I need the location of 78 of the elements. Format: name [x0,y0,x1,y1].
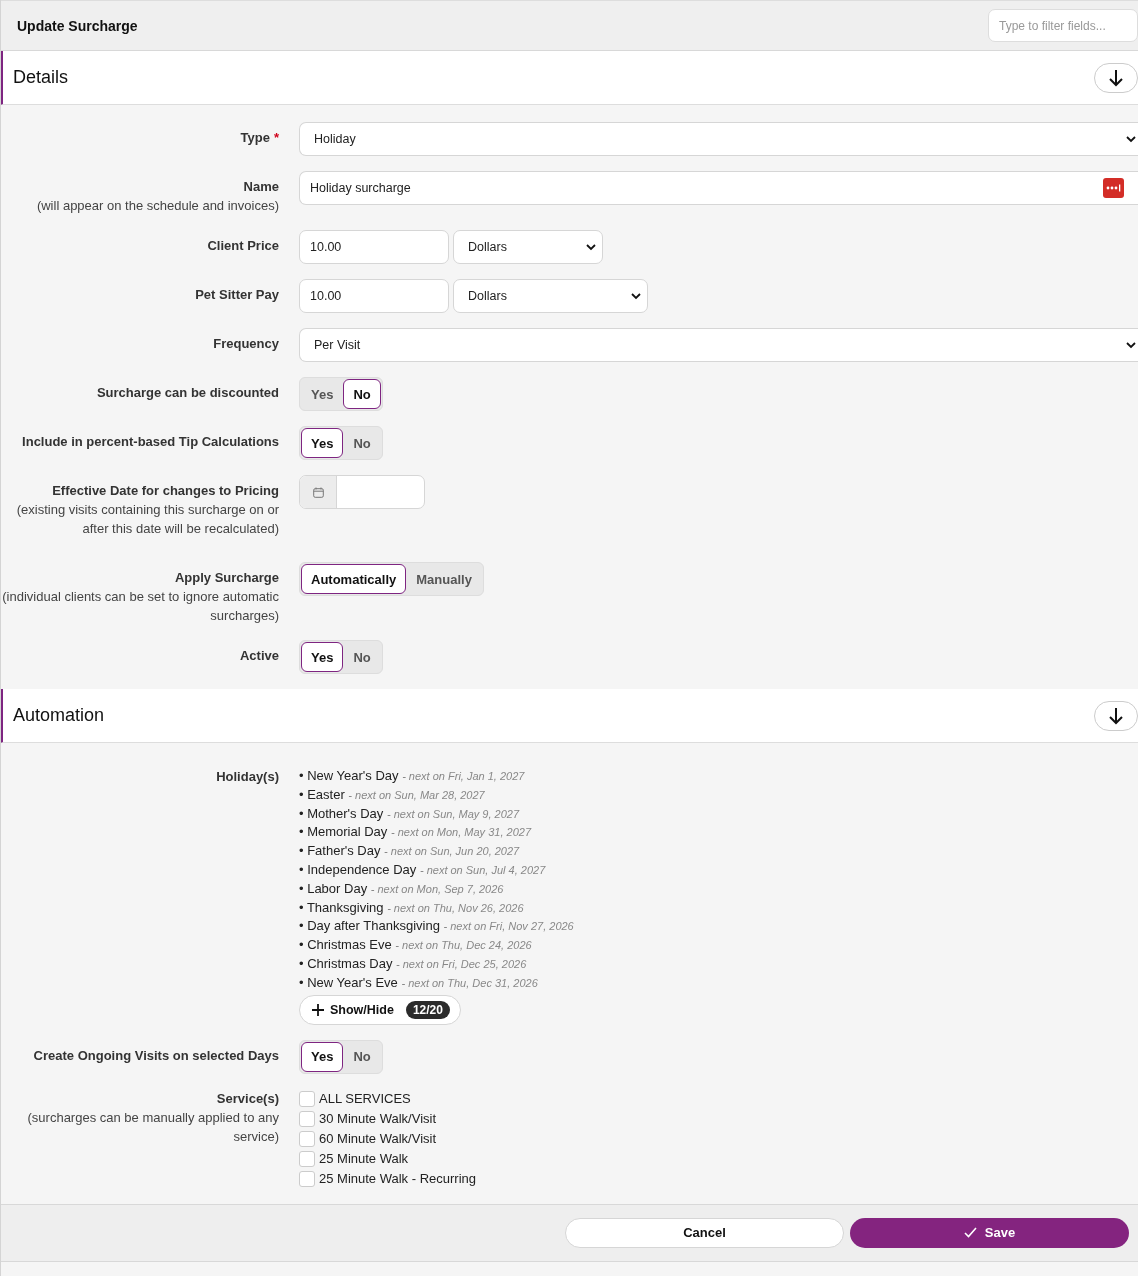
show-hide-button[interactable]: Show/Hide 12/20 [299,994,461,1025]
field-label: Pet Sitter Pay [195,287,279,302]
field-label: Effective Date for changes to Pricing [52,483,279,498]
holiday-item: • Day after Thanksgiving - next on Fri, Nov 27, 2026 [299,917,575,936]
required-mark: * [273,130,279,145]
field-label: Client Price [207,238,279,253]
checkbox-label[interactable]: 25 Minute Walk - Recurring [319,1171,476,1187]
field-label: Service(s) [216,1090,279,1106]
toggle-option[interactable]: No [343,642,381,672]
checkbox-label[interactable]: 60 Minute Walk/Visit [319,1131,437,1147]
collapse-button[interactable] [1094,62,1138,93]
checkbox[interactable] [299,1090,315,1107]
cancel-button[interactable]: Cancel [565,1217,844,1248]
text-field[interactable]: Holiday surcharge [299,171,1138,205]
field-label: Frequency [213,336,279,351]
calendar-icon [312,486,324,498]
field-hint: (existing visits containing this surcharge on or after this date will be recalculated) [15,501,279,538]
holiday-item: • Mother's Day - next on Sun, May 9, 2027 [299,804,521,823]
checkbox[interactable] [299,1130,315,1147]
field-label: Create Ongoing Visits on selected Days [33,1047,279,1063]
amount-field[interactable]: 10.00 [299,279,449,313]
checkbox-label[interactable]: ALL SERVICES [319,1091,411,1107]
collapse-button[interactable] [1094,700,1138,731]
holiday-item: • Christmas Eve - next on Thu, Dec 24, 2026 [299,936,533,955]
field-label: Name [243,179,279,194]
unit-select[interactable]: Dollars [453,230,603,264]
field-label: Type [240,130,270,145]
check-icon [963,1227,977,1239]
select-field[interactable]: Holiday [299,122,1138,156]
holiday-item: • Thanksgiving - next on Thu, Nov 26, 2026 [299,898,525,917]
select-field[interactable]: Per Visit [299,328,1138,362]
chevron-down-icon [586,243,596,251]
filter-field[interactable]: Type to filter fields... [988,9,1138,42]
field-hint: (individual clients can be set to ignore automatic surcharges) [1,588,279,625]
holiday-item: • New Year's Day - next on Fri, Jan 1, 2027 [299,767,526,785]
field-hint: (surcharges can be manually applied to any service) [26,1108,279,1146]
toggle-option[interactable]: Yes [301,1041,344,1072]
checkbox[interactable] [299,1110,315,1127]
dots-icon[interactable] [1103,178,1124,198]
checkbox[interactable] [299,1170,315,1187]
field-label: Apply Surcharge [174,570,279,585]
holiday-item: • Independence Day - next on Sun, Jul 4, 2027 [299,861,547,879]
holiday-item: • New Year's Eve - next on Thu, Dec 31, 2026 [299,973,539,992]
down-arrow-icon [1108,68,1124,87]
section-title: Details [13,67,69,88]
chevron-down-icon [1126,135,1136,143]
toggle-option[interactable]: Yes [301,428,344,458]
toggle-option[interactable]: No [343,379,381,409]
amount-field[interactable]: 10.00 [299,230,449,264]
chevron-down-icon [1126,341,1136,349]
save-button[interactable]: Save [850,1217,1129,1248]
toggle-option[interactable]: Yes [301,642,344,672]
checkbox[interactable] [299,1150,315,1167]
dialog-title: Update Surcharge [17,17,138,34]
field-hint: (will appear on the schedule and invoices) [35,197,279,215]
field-label: Include in percent-based Tip Calculations [22,434,279,449]
holiday-item: • Memorial Day - next on Mon, May 31, 2027 [299,823,533,842]
holiday-item: • Easter - next on Sun, Mar 28, 2027 [299,785,486,804]
checkbox-label[interactable]: 30 Minute Walk/Visit [319,1111,437,1127]
toggle-option[interactable]: No [343,1041,381,1072]
toggle-option[interactable]: Yes [301,379,344,409]
checkbox-label[interactable]: 25 Minute Walk [319,1151,409,1167]
section-title: Automation [13,705,105,726]
toggle-option[interactable]: Manually [406,564,482,594]
unit-select[interactable]: Dollars [453,279,648,313]
holiday-item: • Father's Day - next on Sun, Jun 20, 2027 [299,842,521,861]
toggle-option[interactable]: No [343,428,381,458]
field-label: Holiday(s) [216,769,279,784]
count-badge: 12/20 [405,1000,450,1019]
chevron-down-icon [631,292,641,300]
field-label: Active [239,648,279,663]
plus-icon [312,1003,324,1016]
toggle-option[interactable]: Automatically [301,564,407,594]
holiday-item: • Labor Day - next on Mon, Sep 7, 2026 [299,879,505,898]
date-field[interactable] [299,475,425,509]
holiday-item: • Christmas Day - next on Fri, Dec 25, 2026 [299,954,528,973]
down-arrow-icon [1108,706,1124,725]
field-label: Surcharge can be discounted [96,385,279,400]
